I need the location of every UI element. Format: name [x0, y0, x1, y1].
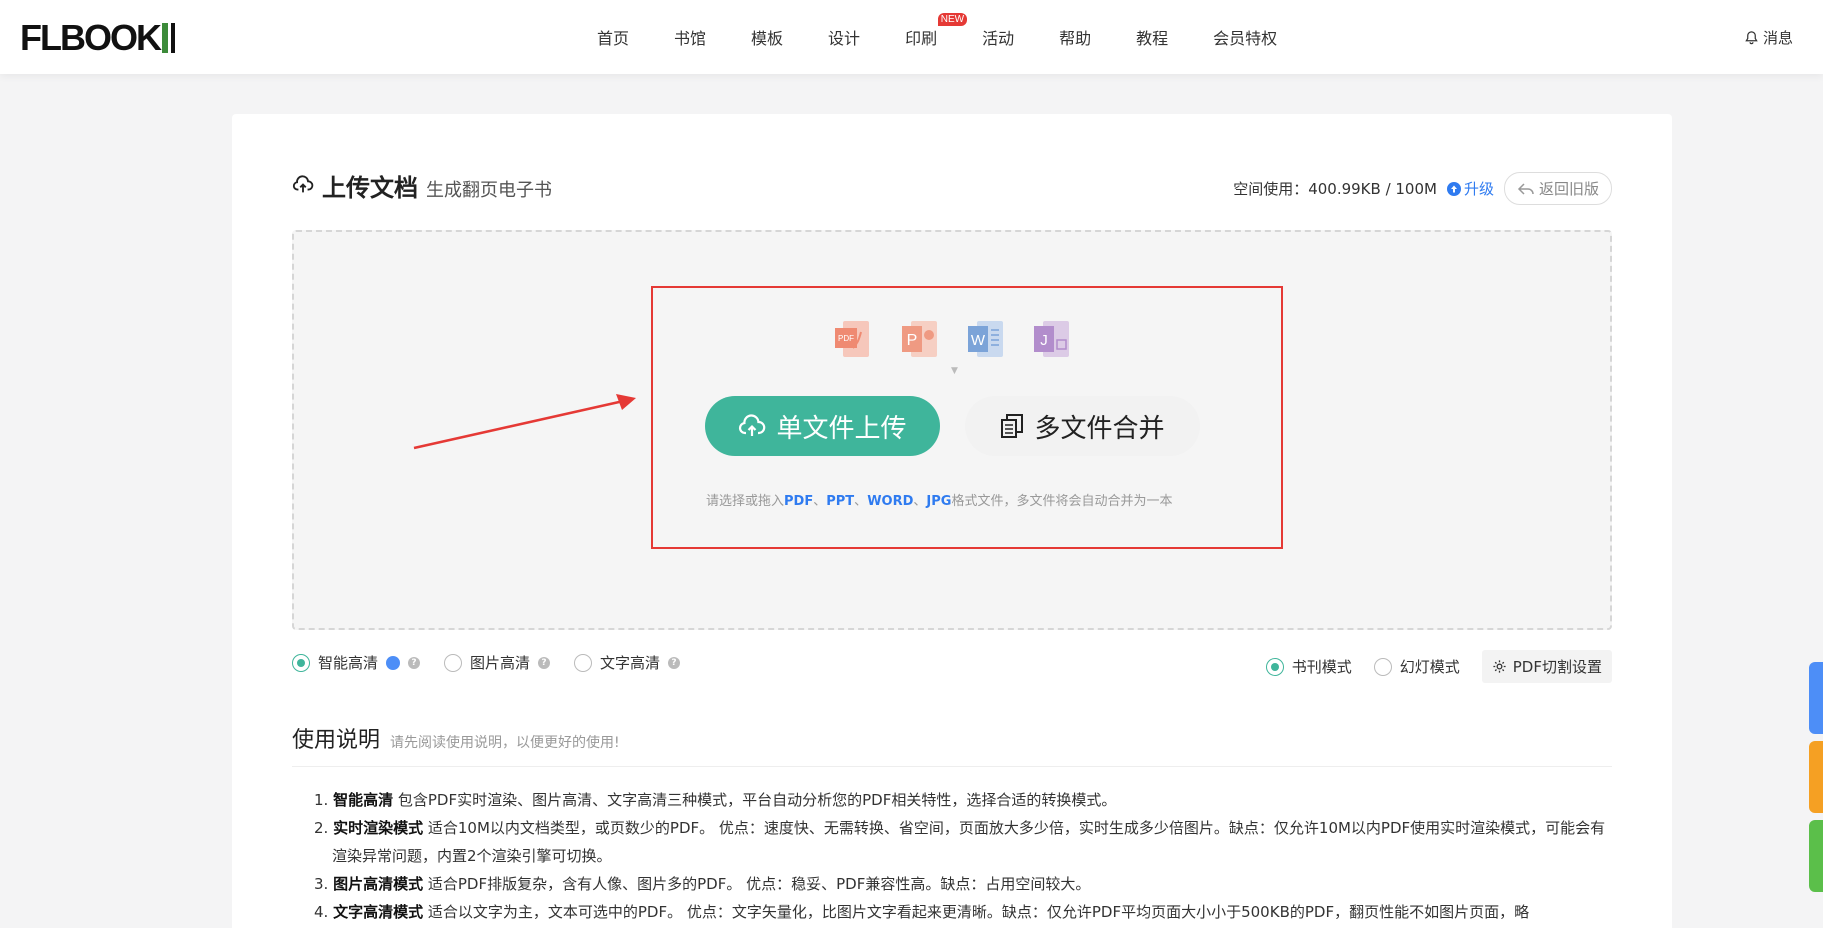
- side-tab-blue[interactable]: [1809, 662, 1823, 734]
- main-nav: 首页 书馆 模板 设计 印刷 NEW 活动 帮助 教程 会员特权: [597, 0, 1322, 74]
- list-item: 3. 图片高清模式 适合PDF排版复杂，含有人像、图片多的PDF。 优点：稳妥、…: [314, 875, 1091, 893]
- nav-design[interactable]: 设计: [828, 25, 860, 49]
- list-item: 2. 实时渲染模式 适合10M以内文档类型，或页数少的PDF。 优点：速度快、无…: [314, 819, 1606, 865]
- cloud-upload-icon: [739, 414, 766, 436]
- option-smart-hd[interactable]: 智能高清 ?: [292, 652, 421, 673]
- return-arrow-icon: [1517, 182, 1534, 195]
- radio-text-hd[interactable]: [574, 653, 593, 672]
- radio-image-hd[interactable]: [444, 653, 463, 672]
- page-title: 上传文档: [322, 174, 418, 202]
- gear-icon: [1493, 660, 1506, 673]
- upgrade-icon: [1446, 181, 1461, 196]
- flbook-logo[interactable]: FLBOOK: [20, 18, 175, 58]
- pdf-file-icon: PDF: [835, 321, 869, 357]
- filetype-icons: PDF P W J: [833, 318, 1077, 360]
- nav-tutorial[interactable]: 教程: [1136, 25, 1168, 49]
- upgrade-label: 升级: [1463, 180, 1494, 198]
- logo-bar-green: [161, 23, 168, 53]
- svg-text:P: P: [907, 332, 918, 349]
- smart-hd-label: 智能高清: [318, 654, 379, 672]
- list-item: 1. 智能高清 包含PDF实时渲染、图片高清、文字高清三种模式，平台自动分析您的…: [314, 791, 1117, 809]
- multi-file-merge-button[interactable]: 多文件合并: [965, 396, 1200, 456]
- cloud-upload-icon: [292, 175, 314, 193]
- pdf-settings-label: PDF切割设置: [1512, 658, 1602, 676]
- multi-merge-label: 多文件合并: [1034, 413, 1165, 444]
- radio-book-mode[interactable]: [1265, 657, 1284, 676]
- nav-templates[interactable]: 模板: [751, 25, 783, 49]
- help-icon[interactable]: ?: [538, 656, 551, 669]
- divider: [292, 766, 1612, 767]
- option-text-hd[interactable]: 文字高清 ?: [574, 652, 681, 673]
- slide-mode-label: 幻灯模式: [1399, 658, 1460, 676]
- bell-icon: [1745, 31, 1758, 45]
- word-file-icon: W: [968, 321, 1003, 357]
- nav-home[interactable]: 首页: [597, 25, 629, 49]
- side-tab-green[interactable]: [1809, 820, 1823, 892]
- list-item: 4. 文字高清模式 适合以文字为主，文本可选中的PDF。 优点：文字矢量化，比图…: [314, 903, 1530, 921]
- ppt-file-icon: P: [902, 321, 937, 357]
- logo-bar-black: [170, 23, 175, 53]
- pdf-split-settings-button[interactable]: PDF切割设置: [1481, 650, 1612, 683]
- book-mode-label: 书刊模式: [1291, 658, 1352, 676]
- quality-options: 智能高清 ? 图片高清 ? 文字高清 ?: [292, 652, 704, 673]
- instructions-header: 使用说明 请先阅读使用说明，以便更好的使用!: [292, 722, 620, 754]
- option-image-hd[interactable]: 图片高清 ?: [444, 652, 551, 673]
- space-usage-row: 空间使用：400.99KB / 100M 升级 返回旧版: [1233, 172, 1612, 205]
- gear-badge-icon: [386, 655, 401, 670]
- single-upload-label: 单文件上传: [776, 413, 907, 444]
- nav-library[interactable]: 书馆: [674, 25, 706, 49]
- nav-help[interactable]: 帮助: [1059, 25, 1091, 49]
- instructions-subtitle: 请先阅读使用说明，以便更好的使用!: [390, 735, 620, 751]
- nav-activity[interactable]: 活动: [982, 25, 1014, 49]
- side-tab-orange[interactable]: [1809, 741, 1823, 813]
- page-subtitle: 生成翻页电子书: [426, 180, 552, 201]
- upgrade-link[interactable]: 升级: [1446, 178, 1494, 199]
- radio-smart-hd[interactable]: [292, 653, 310, 672]
- red-arrow-annotation-icon: [413, 394, 636, 450]
- space-usage-text: 空间使用：400.99KB / 100M: [1233, 180, 1437, 198]
- svg-text:PDF: PDF: [838, 334, 854, 343]
- upload-hint: 请选择或拖入PDF、PPT、WORD、JPG格式文件，多文件将会自动合并为一本: [706, 494, 1173, 509]
- text-hd-label: 文字高清: [600, 654, 661, 672]
- messages-button[interactable]: 消息: [1744, 27, 1793, 48]
- option-slide-mode[interactable]: 幻灯模式: [1373, 656, 1460, 677]
- image-hd-label: 图片高清: [470, 654, 531, 672]
- mode-options: 书刊模式 幻灯模式 PDF切割设置: [1265, 650, 1612, 683]
- top-header: FLBOOK 首页 书馆 模板 设计 印刷 NEW 活动 帮助 教程 会员特权 消…: [0, 0, 1823, 74]
- instructions-list: 1. 智能高清 包含PDF实时渲染、图片高清、文字高清三种模式，平台自动分析您的…: [314, 786, 1614, 926]
- back-old-version-button[interactable]: 返回旧版: [1503, 172, 1612, 205]
- instructions-title: 使用说明: [292, 728, 381, 753]
- svg-text:W: W: [971, 332, 986, 349]
- help-icon[interactable]: ?: [668, 656, 681, 669]
- copy-files-icon: [1001, 414, 1024, 438]
- dropdown-caret-icon: ▼: [951, 366, 958, 376]
- nav-membership[interactable]: 会员特权: [1213, 25, 1277, 49]
- jpg-file-icon: J: [1034, 321, 1069, 357]
- option-book-mode[interactable]: 书刊模式: [1265, 656, 1352, 677]
- help-icon[interactable]: ?: [408, 656, 421, 669]
- back-label: 返回旧版: [1538, 180, 1599, 198]
- upload-title-row: 上传文档 生成翻页电子书: [292, 168, 552, 203]
- single-file-upload-button[interactable]: 单文件上传: [705, 396, 940, 456]
- nav-print[interactable]: 印刷 NEW: [905, 13, 968, 49]
- new-badge: NEW: [937, 13, 968, 26]
- svg-text:J: J: [1040, 332, 1048, 349]
- messages-label: 消息: [1762, 29, 1793, 47]
- radio-slide-mode[interactable]: [1373, 657, 1392, 676]
